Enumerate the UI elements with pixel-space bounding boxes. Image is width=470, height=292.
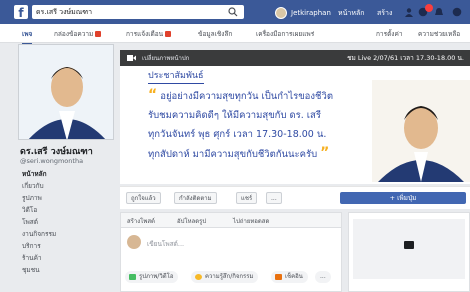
tab-page[interactable]: เพจ bbox=[22, 29, 33, 45]
cover-heading: ประชาสัมพันธ์ bbox=[148, 68, 204, 84]
profile-picture[interactable] bbox=[18, 44, 114, 140]
close-quote-mark-icon: ” bbox=[320, 145, 330, 161]
cover-top-bar: เปลี่ยนภาพหน้าปก ชม Live 2/07/61 เวลา 17… bbox=[120, 50, 470, 66]
quote-line-2: รับชมความคิดดีๆ ให้มีความสุขกับ ดร. เสรี bbox=[148, 110, 321, 121]
sidebar-item-posts[interactable]: โพสต์ bbox=[20, 216, 110, 228]
composer-tabs: สร้างโพสต์ อัปโหลดรูป ไปถ่ายทอดสด bbox=[121, 213, 341, 228]
page-actions-bar: ถูกใจแล้ว กำลังติดตาม แชร์ ... + เพิ่มปุ… bbox=[120, 186, 470, 209]
top-bar: f Jetkiraphan หน้าหลัก สร้าง bbox=[0, 0, 470, 24]
quote-line-3: ทุกวันจันทร์ พุธ ศุกร์ เวลา 17.30-18.00 … bbox=[148, 129, 327, 140]
profile-link[interactable]: Jetkiraphan bbox=[275, 6, 331, 19]
sidebar-item-services[interactable]: บริการ bbox=[20, 240, 110, 252]
tab-inbox-label: กล่องข้อความ bbox=[54, 30, 94, 38]
live-schedule-text: ชม Live 2/07/61 เวลา 17.30-18.00 น. bbox=[347, 54, 464, 62]
tab-inbox[interactable]: กล่องข้อความ bbox=[54, 29, 102, 39]
quote-line-1-text: อยู่อย่างมีความสุขทุกวัน เป็นกำไรของชีวิ… bbox=[160, 91, 333, 102]
tab-notifications-label: การแจ้งเตือน bbox=[126, 30, 164, 38]
tab-publishing-tools[interactable]: เครื่องมือการเผยแพร่ bbox=[256, 29, 314, 39]
create-link[interactable]: สร้าง bbox=[377, 8, 392, 19]
liked-button[interactable]: ถูกใจแล้ว bbox=[126, 192, 161, 204]
tab-go-live[interactable]: ไปถ่ายทอดสด bbox=[233, 216, 269, 226]
sidebar-item-about[interactable]: เกี่ยวกับ bbox=[20, 180, 110, 192]
composer-options: รูปภาพ/วิดีโอ ความรู้สึก/กิจกรรม เช็คอิน… bbox=[121, 269, 341, 285]
tab-upload-photo[interactable]: อัปโหลดรูป bbox=[177, 216, 206, 226]
photo-video-label: รูปภาพ/วิดีโอ bbox=[139, 273, 174, 280]
more-button[interactable]: ... bbox=[266, 192, 282, 204]
notification-badge bbox=[425, 4, 433, 12]
location-icon bbox=[275, 274, 282, 280]
check-in-option[interactable]: เช็คอิน bbox=[271, 271, 308, 283]
post-input[interactable]: เขียนโพสต์... bbox=[147, 239, 184, 249]
cover-portrait-image bbox=[372, 80, 470, 182]
photo-icon bbox=[129, 274, 136, 280]
open-quote-mark-icon: “ bbox=[148, 87, 158, 103]
sidebar-item-videos[interactable]: วิดีโอ bbox=[20, 204, 110, 216]
quote-line-1: “ อยู่อย่างมีความสุขทุกวัน เป็นกำไรของชี… bbox=[148, 86, 372, 106]
quote-line-4: ทุกสัปดาห์ มามีความสุขกับชีวิตกันนะครับ … bbox=[148, 144, 372, 164]
help-icon[interactable] bbox=[452, 7, 462, 17]
tab-insights[interactable]: ข้อมูลเชิงลึก bbox=[198, 29, 232, 39]
page-admin-nav: เพจ กล่องข้อความ การแจ้งเตือน ข้อมูลเชิง… bbox=[0, 24, 470, 45]
user-name: Jetkiraphan bbox=[291, 8, 331, 17]
quote-line-4-text: ทุกสัปดาห์ มามีความสุขกับชีวิตกันนะครับ bbox=[148, 149, 318, 160]
media-placeholder[interactable] bbox=[353, 219, 465, 279]
tab-settings[interactable]: การตั้งค่า bbox=[376, 29, 402, 39]
feeling-option[interactable]: ความรู้สึก/กิจกรรม bbox=[191, 271, 259, 283]
check-in-label: เช็คอิน bbox=[285, 273, 303, 280]
facebook-logo-icon[interactable]: f bbox=[14, 5, 28, 19]
notifications-icon[interactable] bbox=[434, 7, 444, 17]
left-column: ดร.เสรี วงษ์มณฑา @seri.wongmontha หน้าหล… bbox=[18, 44, 116, 292]
search-icon[interactable] bbox=[228, 7, 238, 17]
change-cover-button[interactable]: เปลี่ยนภาพหน้าปก bbox=[142, 53, 189, 63]
following-button[interactable]: กำลังติดตาม bbox=[174, 192, 217, 204]
sidebar-item-photos[interactable]: รูปภาพ bbox=[20, 192, 110, 204]
tab-help[interactable]: ความช่วยเหลือ bbox=[418, 29, 460, 39]
page-username[interactable]: @seri.wongmontha bbox=[20, 157, 83, 165]
page-name: ดร.เสรี วงษ์มณฑา bbox=[20, 147, 93, 157]
sidebar-item-community[interactable]: ชุมชน bbox=[20, 264, 110, 276]
photo-icon bbox=[404, 241, 414, 249]
feeling-label: ความรู้สึก/กิจกรรม bbox=[205, 273, 254, 280]
tab-create-post[interactable]: สร้างโพสต์ bbox=[127, 216, 155, 226]
feeling-icon bbox=[195, 274, 202, 280]
inbox-badge bbox=[95, 31, 102, 37]
more-options[interactable]: ... bbox=[315, 271, 331, 283]
photo-video-option[interactable]: รูปภาพ/วิดีโอ bbox=[125, 271, 179, 283]
add-button[interactable]: + เพิ่มปุ่ม bbox=[340, 192, 466, 204]
cover-quote: “ อยู่อย่างมีความสุขทุกวัน เป็นกำไรของชี… bbox=[148, 86, 372, 164]
right-media-card bbox=[348, 212, 470, 292]
home-link[interactable]: หน้าหลัก bbox=[338, 8, 364, 19]
post-composer: สร้างโพสต์ อัปโหลดรูป ไปถ่ายทอดสด เขียนโ… bbox=[120, 212, 342, 292]
sidebar-item-events[interactable]: งานกิจกรรม bbox=[20, 228, 110, 240]
share-button[interactable]: แชร์ bbox=[236, 192, 258, 204]
friend-requests-icon[interactable] bbox=[404, 7, 414, 17]
sidebar-item-home[interactable]: หน้าหลัก bbox=[20, 168, 110, 180]
profile-portrait-image bbox=[19, 45, 113, 139]
sidebar-item-shop[interactable]: ร้านค้า bbox=[20, 252, 110, 264]
notifications-badge bbox=[165, 31, 172, 37]
video-camera-icon bbox=[127, 55, 136, 61]
avatar bbox=[127, 235, 141, 249]
search-input[interactable] bbox=[32, 5, 244, 19]
cover-photo[interactable]: เปลี่ยนภาพหน้าปก ชม Live 2/07/61 เวลา 17… bbox=[120, 50, 470, 184]
avatar bbox=[275, 6, 287, 19]
tab-notifications[interactable]: การแจ้งเตือน bbox=[126, 29, 172, 39]
page-sidebar-nav: หน้าหลัก เกี่ยวกับ รูปภาพ วิดีโอ โพสต์ ง… bbox=[20, 168, 110, 276]
